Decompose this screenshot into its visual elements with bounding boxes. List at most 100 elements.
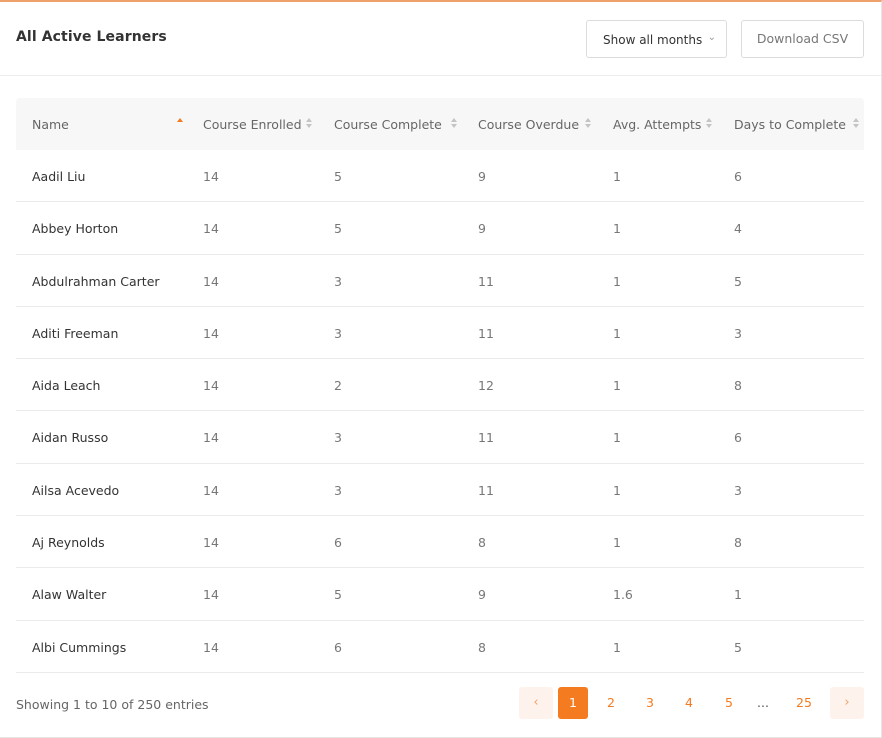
cell-name: Aida Leach <box>32 378 101 394</box>
column-header-course-overdue[interactable]: Course Overdue <box>478 117 579 132</box>
cell-days-to-complete: 8 <box>734 535 742 551</box>
cell-avg-attempts: 1 <box>613 221 621 237</box>
page-button-2[interactable]: 2 <box>599 687 623 719</box>
cell-course-enrolled: 14 <box>203 430 219 446</box>
cell-course-enrolled: 14 <box>203 587 219 603</box>
cell-avg-attempts: 1 <box>613 378 621 394</box>
table-row: Aditi Freeman 14 3 11 1 3 <box>16 307 864 360</box>
chevron-right-icon: › <box>844 695 850 710</box>
cell-course-enrolled: 14 <box>203 482 219 498</box>
page-button-4[interactable]: 4 <box>677 687 701 719</box>
table-row: Aj Reynolds 14 6 8 1 8 <box>16 516 864 569</box>
cell-course-enrolled: 14 <box>203 325 219 341</box>
sort-icon[interactable] <box>306 116 314 130</box>
cell-name: Alaw Walter <box>32 587 107 603</box>
cell-course-complete: 5 <box>334 169 342 184</box>
download-csv-button[interactable]: Download CSV <box>741 20 864 58</box>
cell-course-enrolled: 14 <box>203 169 219 184</box>
cell-course-overdue: 11 <box>478 273 494 289</box>
cell-name: Abbey Horton <box>32 221 119 237</box>
cell-name: Aadil Liu <box>32 169 86 184</box>
cell-days-to-complete: 1 <box>734 587 742 603</box>
cell-course-complete: 5 <box>334 221 342 237</box>
sort-icon[interactable] <box>451 116 459 130</box>
pagination-ellipsis: ... <box>757 695 769 710</box>
cell-course-enrolled: 14 <box>203 221 219 237</box>
cell-course-complete: 3 <box>334 325 342 341</box>
cell-avg-attempts: 1.6 <box>613 587 633 603</box>
cell-course-complete: 3 <box>334 273 342 289</box>
page-button-25[interactable]: 25 <box>792 687 816 719</box>
cell-days-to-complete: 6 <box>734 430 742 446</box>
cell-course-complete: 5 <box>334 587 342 603</box>
cell-avg-attempts: 1 <box>613 169 621 184</box>
table-row: Abdulrahman Carter 14 3 11 1 5 <box>16 255 864 307</box>
cell-name: Aidan Russo <box>32 430 109 446</box>
sort-asc-icon[interactable] <box>177 116 185 130</box>
chevron-down-icon: ⌄ <box>707 32 716 43</box>
cell-avg-attempts: 1 <box>613 482 621 498</box>
cell-course-overdue: 11 <box>478 325 494 341</box>
active-learners-card: All Active Learners Show all months ⌄ Do… <box>0 0 882 738</box>
table-row: Abbey Horton 14 5 9 1 4 <box>16 202 864 255</box>
page-button-1[interactable]: 1 <box>558 687 588 719</box>
column-header-name[interactable]: Name <box>32 117 69 132</box>
cell-avg-attempts: 1 <box>613 430 621 446</box>
table-row: Ailsa Acevedo 14 3 11 1 3 <box>16 464 864 517</box>
table-row: Alaw Walter 14 5 9 1.6 1 <box>16 568 864 621</box>
chevron-left-icon: ‹ <box>533 695 539 710</box>
page-button-5[interactable]: 5 <box>717 687 741 719</box>
page-button-3[interactable]: 3 <box>638 687 662 719</box>
cell-days-to-complete: 3 <box>734 325 742 341</box>
table-body: Aadil Liu 14 5 9 1 6 Abbey Horton 14 5 9 1 4 Abdulra… <box>16 150 864 673</box>
cell-avg-attempts: 1 <box>613 273 621 289</box>
cell-course-enrolled: 14 <box>203 639 219 655</box>
cell-days-to-complete: 8 <box>734 378 742 394</box>
cell-avg-attempts: 1 <box>613 535 621 551</box>
cell-days-to-complete: 4 <box>734 221 742 237</box>
cell-days-to-complete: 3 <box>734 482 742 498</box>
table-row: Aadil Liu 14 5 9 1 6 <box>16 150 864 203</box>
column-header-course-enrolled[interactable]: Course Enrolled <box>203 117 302 132</box>
card-header: All Active Learners Show all months ⌄ Do… <box>0 2 881 76</box>
cell-avg-attempts: 1 <box>613 639 621 655</box>
cell-course-complete: 3 <box>334 430 342 446</box>
cell-course-overdue: 11 <box>478 430 494 446</box>
cell-course-enrolled: 14 <box>203 535 219 551</box>
sort-icon[interactable] <box>853 116 861 130</box>
cell-days-to-complete: 5 <box>734 639 742 655</box>
cell-course-overdue: 9 <box>478 587 486 603</box>
cell-avg-attempts: 1 <box>613 325 621 341</box>
pagination: ‹ 1 2 3 4 5 ... 25 › <box>0 687 882 721</box>
sort-icon[interactable] <box>585 116 593 130</box>
month-filter-select[interactable]: Show all months ⌄ <box>586 20 727 58</box>
cell-course-overdue: 12 <box>478 378 494 394</box>
table-header: Name Course Enrolled Course Complete Cou… <box>16 98 864 150</box>
cell-course-overdue: 8 <box>478 639 486 655</box>
cell-name: Abdulrahman Carter <box>32 273 160 289</box>
month-filter-value: Show all months <box>603 33 703 47</box>
cell-course-complete: 3 <box>334 482 342 498</box>
cell-course-overdue: 9 <box>478 221 486 237</box>
cell-course-overdue: 11 <box>478 482 494 498</box>
learners-table: Name Course Enrolled Course Complete Cou… <box>16 98 864 673</box>
cell-course-enrolled: 14 <box>203 378 219 394</box>
cell-days-to-complete: 5 <box>734 273 742 289</box>
cell-name: Aj Reynolds <box>32 535 105 551</box>
cell-course-enrolled: 14 <box>203 273 219 289</box>
column-header-avg-attempts[interactable]: Avg. Attempts <box>613 117 701 132</box>
table-row: Albi Cummings 14 6 8 1 5 <box>16 621 864 673</box>
sort-icon[interactable] <box>706 116 714 130</box>
cell-course-complete: 6 <box>334 535 342 551</box>
cell-course-complete: 2 <box>334 378 342 394</box>
cell-course-overdue: 8 <box>478 535 486 551</box>
column-header-course-complete[interactable]: Course Complete <box>334 117 442 132</box>
next-page-button[interactable]: › <box>830 687 864 719</box>
prev-page-button[interactable]: ‹ <box>519 687 553 719</box>
column-header-days-to-complete[interactable]: Days to Complete <box>734 117 846 132</box>
cell-course-complete: 6 <box>334 639 342 655</box>
cell-name: Albi Cummings <box>32 639 127 655</box>
cell-days-to-complete: 6 <box>734 169 742 184</box>
page-title: All Active Learners <box>16 29 167 45</box>
cell-course-overdue: 9 <box>478 169 486 184</box>
